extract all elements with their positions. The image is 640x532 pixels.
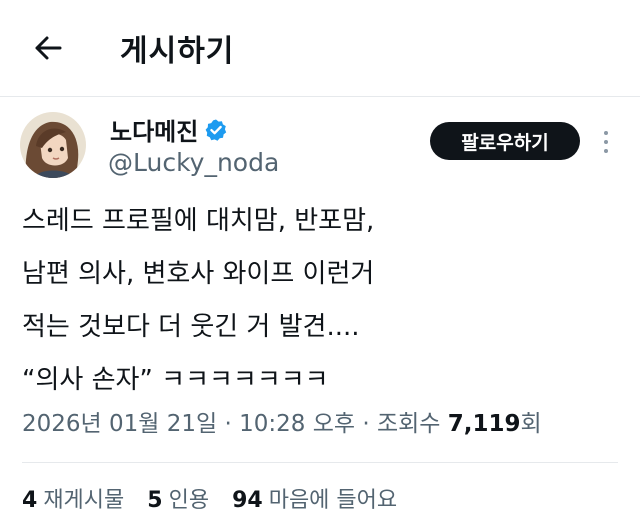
reposts-stat[interactable]: 4 재게시물 <box>22 482 124 514</box>
reposts-label: 재게시물 <box>43 488 125 513</box>
more-options-icon[interactable] <box>598 128 614 156</box>
post-date[interactable]: 2026년 01월 21일 <box>22 411 217 437</box>
avatar-illustration <box>20 112 86 178</box>
author-name-row: 노다메진 <box>110 112 228 147</box>
header-divider <box>0 96 640 97</box>
avatar[interactable] <box>20 112 86 178</box>
likes-label: 마음에 들어요 <box>268 488 398 513</box>
likes-count: 94 <box>232 488 263 513</box>
author-display-name[interactable]: 노다메진 <box>110 112 198 147</box>
quotes-stat[interactable]: 5 인용 <box>147 482 209 514</box>
separator: · <box>217 411 240 437</box>
views-unit: 회 <box>520 411 542 437</box>
page-title: 게시하기 <box>120 34 235 69</box>
likes-stat[interactable]: 94 마음에 들어요 <box>232 482 397 514</box>
post-line: 남편 의사, 변호사 와이프 이런거 <box>22 259 375 289</box>
post-meta: 2026년 01월 21일 · 10:28 오후 · 조회수 7,119회 <box>22 404 542 438</box>
post-line: 스레드 프로필에 대치맘, 반포맘, <box>22 206 375 236</box>
post-text: 스레드 프로필에 대치맘, 반포맘, 남편 의사, 변호사 와이프 이런거 적는… <box>22 195 374 407</box>
post-line: 적는 것보다 더 웃긴 거 발견.... <box>22 312 360 342</box>
quotes-count: 5 <box>147 488 163 513</box>
meta-divider <box>22 462 618 463</box>
separator: · <box>355 411 377 437</box>
follow-button[interactable]: 팔로우하기 <box>430 122 580 160</box>
verified-badge-icon <box>205 119 227 141</box>
reposts-count: 4 <box>22 488 38 513</box>
author-handle[interactable]: @Lucky_noda <box>108 148 279 177</box>
post-stats: 4 재게시물 5 인용 94 마음에 들어요 <box>22 482 413 514</box>
views-label: 조회수 <box>376 411 448 437</box>
arrow-left-icon[interactable] <box>30 30 66 66</box>
top-bar: 게시하기 <box>0 0 640 96</box>
quotes-label: 인용 <box>168 488 210 513</box>
views-count: 7,119 <box>447 411 521 437</box>
post-line: “의사 손자” ㅋㅋㅋㅋㅋㅋㅋ <box>22 365 329 395</box>
post-time[interactable]: 10:28 오후 <box>239 411 355 437</box>
